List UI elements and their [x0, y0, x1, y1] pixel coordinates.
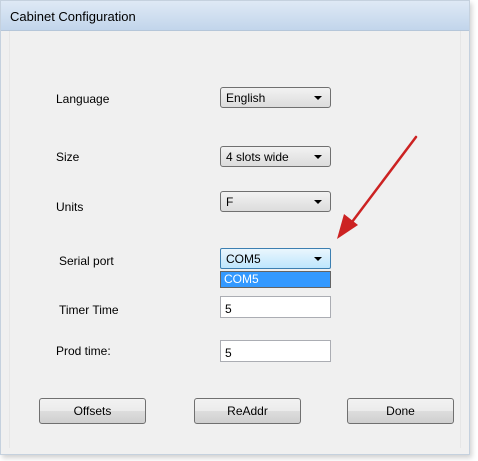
title-bar[interactable]: Cabinet Configuration [1, 1, 469, 31]
units-dropdown[interactable]: F [220, 191, 331, 212]
chevron-down-icon [314, 200, 322, 204]
timer-time-label: Timer Time [59, 303, 119, 317]
units-label: Units [56, 200, 84, 214]
offsets-button[interactable]: Offsets [39, 398, 146, 424]
prod-time-label: Prod time: [56, 344, 111, 358]
language-selected-value: English [226, 91, 266, 105]
chevron-down-icon [314, 257, 322, 261]
size-selected-value: 4 slots wide [226, 150, 289, 164]
serial-port-label: Serial port [59, 254, 114, 268]
language-dropdown[interactable]: English [220, 87, 331, 108]
readdr-button[interactable]: ReAddr [194, 398, 301, 424]
chevron-down-icon [314, 155, 322, 159]
size-label: Size [56, 150, 80, 164]
timer-time-field[interactable] [220, 296, 331, 318]
serial-port-selected-value: COM5 [226, 252, 261, 266]
size-dropdown[interactable]: 4 slots wide [220, 146, 331, 167]
units-selected-value: F [226, 195, 234, 209]
prod-time-field[interactable] [220, 340, 331, 362]
cabinet-configuration-window: Cabinet Configuration Language English S… [0, 0, 470, 455]
done-button[interactable]: Done [347, 398, 454, 424]
serial-port-dropdown[interactable]: COM5 [220, 248, 331, 269]
language-label: Language [56, 92, 110, 106]
serial-port-option-com5[interactable]: COM5 [221, 272, 330, 287]
chevron-down-icon [314, 96, 322, 100]
window-title: Cabinet Configuration [10, 9, 136, 24]
serial-port-dropdown-list: COM5 [220, 271, 331, 288]
